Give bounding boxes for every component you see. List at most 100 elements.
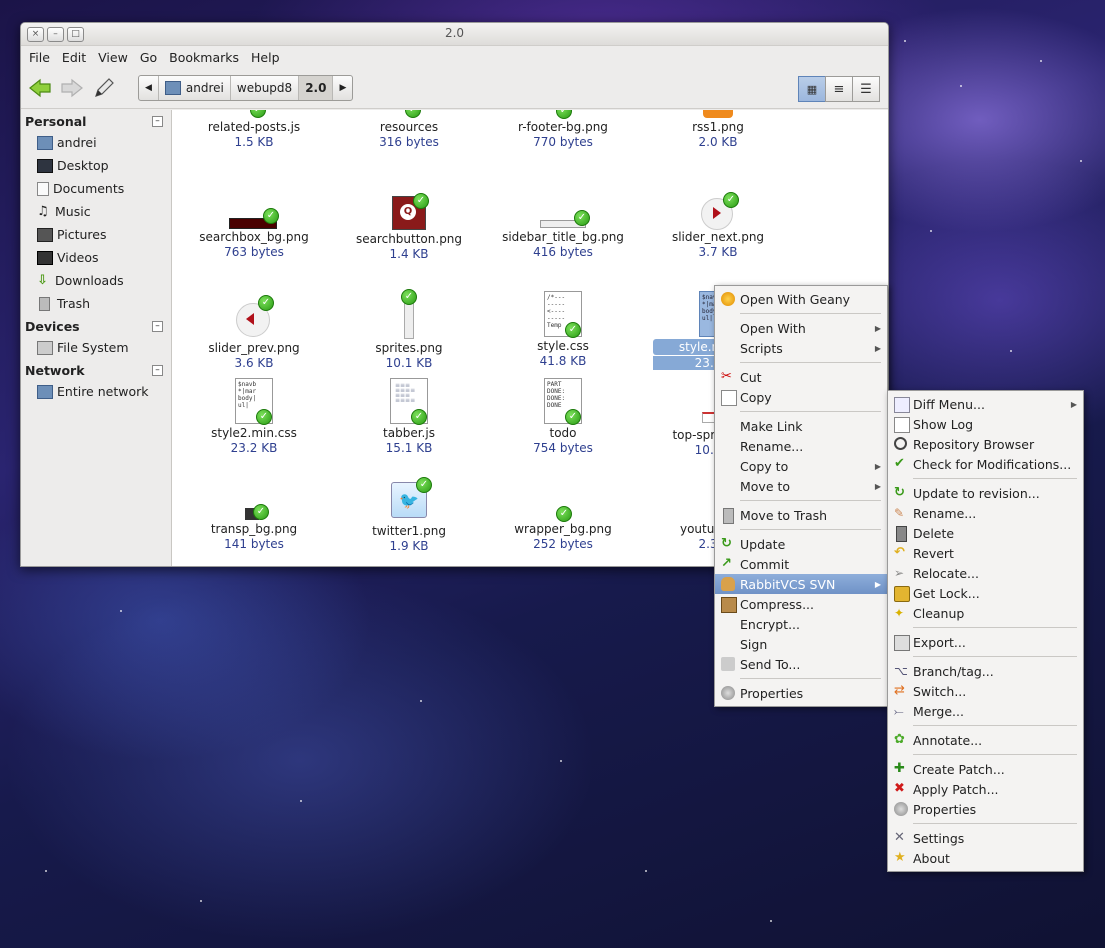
menu-item-annotate[interactable]: ✿ Annotate... bbox=[888, 730, 1083, 750]
menu-item-merge[interactable]: ⤚ Merge... bbox=[888, 701, 1083, 721]
file-item[interactable]: ✓ sprites.png 10.1 KB bbox=[344, 289, 474, 370]
menu-item-rabbitvcs-svn[interactable]: RabbitVCS SVN ▶ bbox=[715, 574, 887, 594]
menu-item-open-with[interactable]: Open With ▶ bbox=[715, 318, 887, 338]
collapse-toggle[interactable]: – bbox=[152, 321, 163, 332]
sidebar-item-network[interactable]: Entire network bbox=[21, 380, 171, 403]
menu-item-check-for-modifications[interactable]: ✔ Check for Modifications... bbox=[888, 454, 1083, 474]
sidebar-item-downloads[interactable]: ⇩ Downloads bbox=[21, 269, 171, 292]
menu-view[interactable]: View bbox=[98, 50, 128, 65]
menu-item-delete[interactable]: Delete bbox=[888, 523, 1083, 543]
magnifier-icon bbox=[894, 437, 907, 450]
sidebar-item-music[interactable]: ♫ Music bbox=[21, 200, 171, 223]
file-item[interactable]: $navb *|mar body| ul| ✓ style2.min.css 23.2 K… bbox=[189, 378, 319, 455]
crumb-current[interactable]: 2.0 bbox=[299, 76, 334, 100]
menu-item-diff-menu[interactable]: Diff Menu... ▶ bbox=[888, 394, 1083, 414]
menu-item-create-patch[interactable]: ✚ Create Patch... bbox=[888, 759, 1083, 779]
menu-item-rename[interactable]: ✎ Rename... bbox=[888, 503, 1083, 523]
menu-item-switch[interactable]: ⇄ Switch... bbox=[888, 681, 1083, 701]
file-item[interactable]: rss1.png 2.0 KB bbox=[653, 110, 783, 149]
file-item[interactable]: ≡≡≡ ≡≡≡≡ ≡≡≡ ≡≡≡≡ ✓ tabber.js 15.1 KB bbox=[344, 378, 474, 455]
properties-icon bbox=[721, 686, 735, 700]
menu-item-send-to[interactable]: Send To... bbox=[715, 654, 887, 674]
file-item[interactable]: ✓ searchbox_bg.png 763 bytes bbox=[189, 202, 319, 259]
menu-item-apply-patch[interactable]: ✖ Apply Patch... bbox=[888, 779, 1083, 799]
file-item[interactable]: ✓ transp_bg.png 141 bytes bbox=[189, 480, 319, 551]
menu-item-settings[interactable]: ✕ Settings bbox=[888, 828, 1083, 848]
file-item[interactable]: Q ✓ searchbutton.png 1.4 KB bbox=[344, 193, 474, 261]
menu-item-properties[interactable]: Properties bbox=[715, 683, 887, 703]
crumb-webupd8[interactable]: webupd8 bbox=[231, 76, 300, 100]
file-item[interactable]: ✓ slider_prev.png 3.6 KB bbox=[189, 295, 319, 370]
menu-edit[interactable]: Edit bbox=[62, 50, 86, 65]
menu-item-open-with-geany[interactable]: Open With Geany bbox=[715, 289, 887, 309]
menu-help[interactable]: Help bbox=[251, 50, 280, 65]
menu-item-get-lock[interactable]: Get Lock... bbox=[888, 583, 1083, 603]
menu-item-move-to[interactable]: Move to ▶ bbox=[715, 476, 887, 496]
file-item[interactable]: /*--- ----- <---- ----- Temp ✓ style.css 41.8 … bbox=[498, 291, 628, 368]
sidebar-item-documents[interactable]: Documents bbox=[21, 177, 171, 200]
menu-item-sign[interactable]: Sign bbox=[715, 634, 887, 654]
menu-item-revert[interactable]: ↶ Revert bbox=[888, 543, 1083, 563]
menu-item-export[interactable]: Export... bbox=[888, 632, 1083, 652]
rabbitvcs-submenu: Diff Menu... ▶ Show Log Repository Browser ✔… bbox=[887, 390, 1084, 872]
sidebar-item-trash[interactable]: Trash bbox=[21, 292, 171, 315]
collapse-toggle[interactable]: – bbox=[152, 116, 163, 127]
file-item[interactable]: 🐦 ✓ twitter1.png 1.9 KB bbox=[344, 477, 474, 553]
sidebar-item-pictures[interactable]: Pictures bbox=[21, 223, 171, 246]
file-item[interactable]: ✓ resources316 bytes bbox=[344, 110, 474, 149]
home-folder-icon bbox=[37, 135, 53, 150]
menu-file[interactable]: File bbox=[29, 50, 50, 65]
apply-patch-icon: ✖ bbox=[894, 781, 905, 796]
menu-item-copy-to[interactable]: Copy to ▶ bbox=[715, 456, 887, 476]
menu-separator bbox=[740, 362, 881, 363]
toolbar: ◀ andrei webupd8 2.0 ▶ ▦ ≡ ☰ bbox=[21, 68, 888, 109]
scissors-icon: ✂ bbox=[721, 369, 732, 384]
file-item[interactable]: ✓ r-footer-bg.png 770 bytes bbox=[498, 110, 628, 149]
back-button[interactable] bbox=[27, 75, 53, 101]
menu-item-commit[interactable]: ↗ Commit bbox=[715, 554, 887, 574]
path-scroll-right[interactable]: ▶ bbox=[333, 76, 352, 100]
sidebar-item-desktop[interactable]: Desktop bbox=[21, 154, 171, 177]
file-item[interactable]: ✓ slider_next.png 3.7 KB bbox=[653, 192, 783, 259]
menu-item-properties[interactable]: Properties bbox=[888, 799, 1083, 819]
sidebar-item-andrei[interactable]: andrei bbox=[21, 131, 171, 154]
menu-item-about[interactable]: ★ About bbox=[888, 848, 1083, 868]
file-item[interactable]: ✓ wrapper_bg.png 252 bytes bbox=[498, 480, 628, 551]
menu-go[interactable]: Go bbox=[140, 50, 157, 65]
file-item[interactable]: ✓ sidebar_title_bg.png 416 bytes bbox=[498, 202, 628, 259]
trash-icon bbox=[723, 508, 734, 524]
path-scroll-left[interactable]: ◀ bbox=[139, 76, 159, 100]
submenu-arrow-icon: ▶ bbox=[1070, 399, 1077, 409]
menu-item-compress[interactable]: Compress... bbox=[715, 594, 887, 614]
menu-item-branch-tag[interactable]: ⌥ Branch/tag... bbox=[888, 661, 1083, 681]
menu-item-relocate[interactable]: ➢ Relocate... bbox=[888, 563, 1083, 583]
sidebar-item-videos[interactable]: Videos bbox=[21, 246, 171, 269]
collapse-toggle[interactable]: – bbox=[152, 365, 163, 376]
menu-item-update-to-revision[interactable]: ↻ Update to revision... bbox=[888, 483, 1083, 503]
menu-separator bbox=[913, 627, 1077, 628]
menu-item-make-link[interactable]: Make Link bbox=[715, 416, 887, 436]
menu-item-move-to-trash[interactable]: Move to Trash bbox=[715, 505, 887, 525]
menu-item-show-log[interactable]: Show Log bbox=[888, 414, 1083, 434]
menu-item-update[interactable]: ↻ Update bbox=[715, 534, 887, 554]
menu-item-copy[interactable]: Copy bbox=[715, 387, 887, 407]
pencil-icon bbox=[95, 78, 114, 97]
svn-normal-icon: ✓ bbox=[416, 477, 432, 493]
file-item[interactable]: ✓ related-posts.js1.5 KB bbox=[189, 110, 319, 149]
menu-item-scripts[interactable]: Scripts ▶ bbox=[715, 338, 887, 358]
menu-item-repository-browser[interactable]: Repository Browser bbox=[888, 434, 1083, 454]
path-bar: ◀ andrei webupd8 2.0 ▶ bbox=[138, 75, 354, 101]
menu-item-encrypt[interactable]: Encrypt... bbox=[715, 614, 887, 634]
file-item[interactable]: PART DONE: DONE: DONE ✓ todo 754 bytes bbox=[498, 378, 628, 455]
menu-item-rename[interactable]: Rename... bbox=[715, 436, 887, 456]
edit-location-button[interactable] bbox=[91, 75, 117, 101]
icon-view-button[interactable]: ▦ bbox=[798, 76, 826, 102]
forward-button[interactable] bbox=[59, 75, 85, 101]
menu-item-cut[interactable]: ✂ Cut bbox=[715, 367, 887, 387]
list-view-button[interactable]: ≡ bbox=[825, 76, 853, 102]
crumb-andrei[interactable]: andrei bbox=[159, 76, 231, 100]
menu-bookmarks[interactable]: Bookmarks bbox=[169, 50, 239, 65]
compact-view-button[interactable]: ☰ bbox=[852, 76, 880, 102]
menu-item-cleanup[interactable]: ✦ Cleanup bbox=[888, 603, 1083, 623]
sidebar-item-filesystem[interactable]: File System bbox=[21, 336, 171, 359]
